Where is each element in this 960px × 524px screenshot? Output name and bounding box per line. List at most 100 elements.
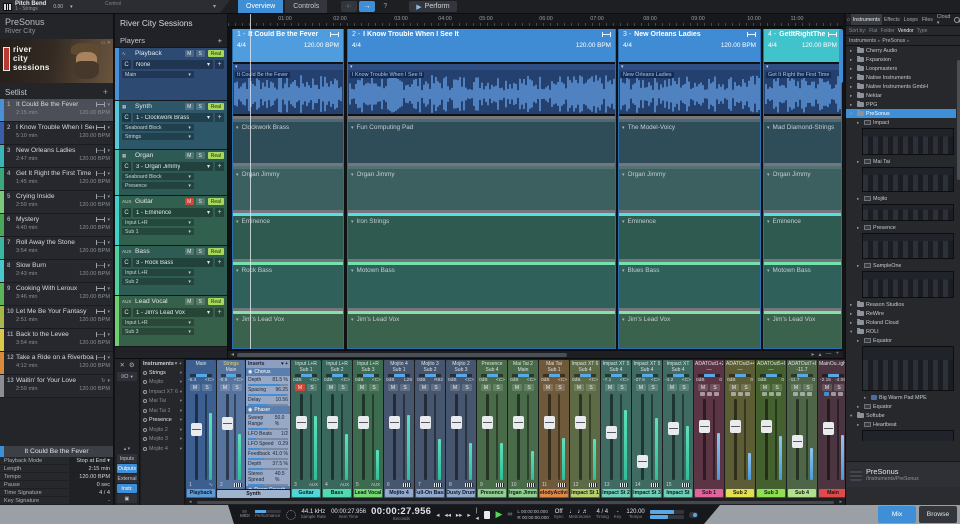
pan-value[interactable]: <C> bbox=[341, 378, 350, 383]
pan-value[interactable]: <C> bbox=[651, 378, 660, 383]
param-slider[interactable] bbox=[248, 384, 288, 386]
fader-area[interactable] bbox=[416, 393, 444, 481]
macro-value-caret-icon[interactable]: ▾ bbox=[70, 4, 73, 10]
add-song-icon[interactable]: + bbox=[103, 87, 108, 97]
mute-button[interactable]: M bbox=[481, 384, 491, 391]
channel-name-chip[interactable]: Sub 2 bbox=[726, 489, 754, 497]
device-thumbnail[interactable] bbox=[862, 233, 954, 259]
fader-area[interactable] bbox=[695, 398, 723, 481]
pattern-clip[interactable]: ▾Eminence bbox=[764, 213, 841, 259]
tree-folder-cherry-audio[interactable]: ▸Cherry Audio bbox=[846, 46, 956, 55]
channel-output-label[interactable]: Sub 4 bbox=[633, 367, 661, 373]
gain-value[interactable]: -5.4 bbox=[188, 378, 196, 383]
sort-vendor[interactable]: Vendor bbox=[898, 28, 914, 34]
browser-tab-effects[interactable]: Effects bbox=[882, 14, 902, 25]
browser-tab-files[interactable]: Files bbox=[920, 14, 935, 25]
bank-instr[interactable]: Instr. bbox=[117, 484, 137, 493]
pan-slider[interactable] bbox=[326, 374, 348, 377]
gain-value[interactable]: 0dB bbox=[696, 378, 705, 383]
channel-output-label[interactable]: Sub 2 bbox=[323, 367, 351, 373]
channel-output-label[interactable]: Sub 4 bbox=[602, 367, 630, 373]
fader-cap[interactable] bbox=[513, 416, 524, 429]
mute-button[interactable]: M bbox=[605, 384, 615, 391]
insert-effect[interactable]: ◉Phaser bbox=[246, 406, 290, 414]
scroll-left-icon[interactable]: ◂ bbox=[228, 351, 237, 358]
clip-menu-icon[interactable]: ▾ bbox=[351, 219, 354, 225]
chevron-icon[interactable]: ▸ bbox=[857, 159, 862, 165]
realtime-button[interactable]: Real bbox=[208, 248, 224, 255]
device-thumbnail[interactable] bbox=[862, 271, 954, 298]
channel-name-chip[interactable]: Synth bbox=[217, 490, 290, 498]
pan-slider[interactable] bbox=[512, 374, 534, 377]
channel-output-label[interactable]: Sub 3 bbox=[354, 367, 382, 373]
mute-button[interactable]: M bbox=[729, 384, 739, 391]
chevron-icon[interactable]: ▸ bbox=[850, 84, 855, 90]
gain-value[interactable]: 0dB bbox=[479, 378, 488, 383]
browser-tab-cloud[interactable]: Cloud ▾ bbox=[935, 14, 953, 25]
playhead[interactable] bbox=[250, 14, 251, 349]
param-slider[interactable] bbox=[248, 468, 288, 470]
tree-folder-roli[interactable]: ▾ROLI bbox=[846, 327, 956, 336]
channel-output-label[interactable]: Sub 1 bbox=[292, 367, 320, 373]
gain-value[interactable]: 0dB bbox=[572, 378, 581, 383]
mute-button[interactable]: M bbox=[698, 384, 708, 391]
pan-mode-icon[interactable] bbox=[96, 194, 105, 199]
tree-folder-fxpansion[interactable]: ▸Fxpansion bbox=[846, 55, 956, 64]
effect-param[interactable]: LFO Beats1/2 bbox=[246, 430, 290, 440]
mute-button[interactable]: M bbox=[543, 384, 553, 391]
chevron-icon[interactable]: ▸ bbox=[857, 225, 862, 231]
song-column-3[interactable]: 3 -New Orleans Ladies4/4120.00 BPM▾New O… bbox=[618, 29, 761, 349]
realtime-button[interactable]: Real bbox=[208, 103, 224, 110]
browser-tab-instruments[interactable]: Instruments bbox=[851, 14, 882, 25]
playback-audio-clip[interactable]: ▾I Know Trouble When I See It bbox=[348, 64, 615, 114]
caret-down-icon[interactable]: ▾ bbox=[180, 370, 182, 376]
patch-cycle-icon[interactable]: C bbox=[122, 258, 131, 267]
clip-menu-icon[interactable]: ▾ bbox=[351, 172, 354, 178]
pan-slider[interactable] bbox=[357, 374, 379, 377]
caret-down-icon[interactable]: ▾ bbox=[180, 389, 182, 395]
mixer-scroll-thumb[interactable] bbox=[197, 501, 835, 504]
param-slider[interactable] bbox=[248, 458, 288, 460]
sort-type[interactable]: Type bbox=[917, 28, 928, 34]
tree-folder-roland-cloud[interactable]: ▸Roland Cloud bbox=[846, 318, 956, 327]
song-menu-caret-icon[interactable]: ▾ bbox=[107, 148, 110, 154]
channel-name-chip[interactable]: Lead Vocal bbox=[354, 489, 382, 497]
effect-param[interactable]: Delay10.56 bbox=[246, 396, 290, 406]
artwork-window-icons[interactable]: ▭ ✕ bbox=[101, 40, 111, 46]
pan-mode-icon[interactable] bbox=[96, 125, 105, 130]
solo-button[interactable]: S bbox=[617, 384, 627, 391]
inserts-panel[interactable]: Inserts▾ +◉ChorusDepth81.5 %Spacing96.25… bbox=[246, 360, 290, 489]
solo-button[interactable]: S bbox=[772, 384, 782, 391]
patch-select[interactable]: 1 - Clockwork Brass▾ bbox=[133, 113, 213, 122]
solo-button[interactable]: S bbox=[196, 298, 205, 305]
song-menu-caret-icon[interactable]: ▾ bbox=[107, 171, 110, 177]
clip-menu-icon[interactable]: ▾ bbox=[622, 317, 625, 323]
channel-strip-mojito-4[interactable]: Mojito 4Sub 10dBL29MS6Mojito 4 bbox=[384, 360, 414, 498]
song-info-value[interactable]: Stop at End ▾ bbox=[69, 457, 113, 464]
arrangement-vscrollbar[interactable] bbox=[839, 29, 843, 83]
pan-value[interactable]: <C> bbox=[527, 378, 536, 383]
instrument-row[interactable]: Impact XT 6▾ bbox=[141, 387, 184, 397]
tree-device-impact[interactable]: ▸Impact bbox=[846, 118, 956, 127]
channel-strip-impact-st[interactable]: Impact XTSub 4-4.2<C>MS15Impact St bbox=[663, 360, 693, 498]
channel-strip-sub-4[interactable]: ADATOut7+8-11.7-11.70MSSub 4 bbox=[787, 360, 817, 498]
patch-cycle-icon[interactable]: C bbox=[122, 162, 131, 171]
gain-value[interactable]: 0dB bbox=[727, 378, 736, 383]
power-icon[interactable]: ◉ bbox=[248, 487, 252, 489]
solo-button[interactable]: S bbox=[196, 103, 205, 110]
channel-strip-impact-st-1[interactable]: Impact XT 6Sub 40dB<C>MS12Impact St 1 bbox=[570, 360, 600, 498]
gain-value[interactable]: 0dB bbox=[758, 378, 767, 383]
mute-button[interactable]: M bbox=[295, 384, 305, 391]
chevron-icon[interactable]: ▸ bbox=[857, 263, 862, 269]
add-patch-icon[interactable]: + bbox=[215, 208, 224, 217]
fader-area[interactable] bbox=[757, 398, 785, 481]
channel-output-label[interactable]: — bbox=[695, 367, 723, 373]
pattern-clip[interactable]: ▾Iron Strings bbox=[348, 213, 615, 259]
setlist-item[interactable]: 3New Orleans Ladies▾2:47 min120.00 BPM bbox=[0, 145, 113, 168]
mute-button[interactable]: M bbox=[185, 298, 194, 305]
chevron-icon[interactable]: ▸ bbox=[857, 338, 862, 344]
fader-area[interactable] bbox=[478, 393, 506, 481]
forward-button[interactable]: ▸▸ bbox=[456, 511, 462, 519]
player-sub-select[interactable]: Sub 3▾ bbox=[122, 328, 194, 335]
stop-button[interactable] bbox=[484, 511, 490, 519]
